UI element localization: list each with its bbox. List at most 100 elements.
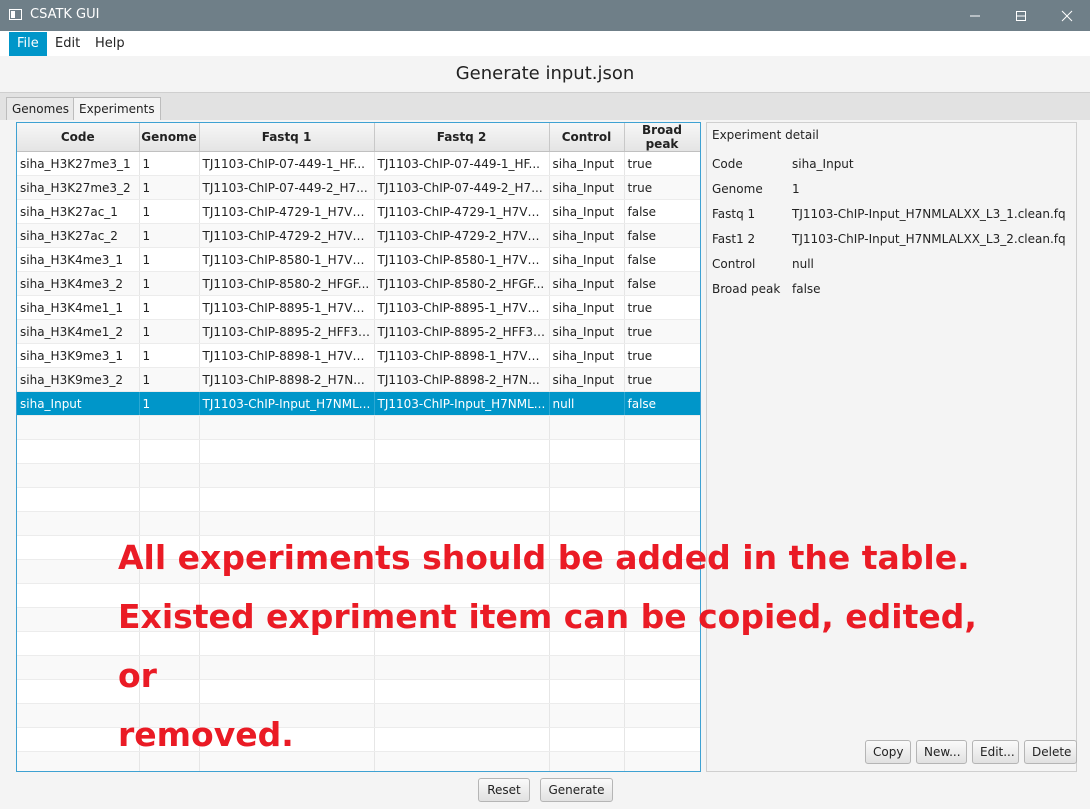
cell-broad-peak: false <box>624 247 700 272</box>
cell-fastq1: TJ1103-ChIP-8898-2_H7N... <box>199 367 375 392</box>
cell-code: siha_H3K27me3_2 <box>17 175 140 200</box>
menu-help[interactable]: Help <box>87 32 133 56</box>
cell-control: siha_Input <box>549 367 625 392</box>
menu-file[interactable]: File <box>9 32 47 56</box>
app-icon <box>9 9 22 20</box>
table-row[interactable] <box>17 415 700 440</box>
cell-genome: 1 <box>139 319 200 344</box>
cell-broad-peak: false <box>624 223 700 248</box>
cell-fastq1: TJ1103-ChIP-8580-1_H7VH... <box>199 247 375 272</box>
minimize-control[interactable] <box>952 0 998 31</box>
tab-experiments[interactable]: Experiments <box>73 97 161 122</box>
cell-fastq1: TJ1103-ChIP-4729-2_H7VH... <box>199 223 375 248</box>
detail-label: Broad peak <box>712 282 781 296</box>
cell-control: siha_Input <box>549 319 625 344</box>
cell-fastq2: TJ1103-ChIP-07-449-1_HF... <box>374 151 550 176</box>
detail-label: Code <box>712 157 743 171</box>
cell-control <box>549 463 625 488</box>
table-header: Code Genome Fastq 1 Fastq 2 Control Broa… <box>17 123 700 152</box>
cell-broad-peak <box>624 439 700 464</box>
maximize-icon <box>1016 10 1026 21</box>
cell-code <box>17 415 140 440</box>
cell-genome: 1 <box>139 199 200 224</box>
cell-fastq2: TJ1103-ChIP-4729-2_H7VH... <box>374 223 550 248</box>
menu-edit[interactable]: Edit <box>47 32 88 56</box>
cell-control: siha_Input <box>549 295 625 320</box>
cell-genome: 1 <box>139 247 200 272</box>
cell-broad-peak <box>624 463 700 488</box>
cell-genome: 1 <box>139 391 200 416</box>
table-row[interactable]: siha_H3K4me1_1 1 TJ1103-ChIP-8895-1_H7VH..… <box>17 295 700 320</box>
cell-control: siha_Input <box>549 199 625 224</box>
minimize-icon <box>970 15 980 16</box>
table-row[interactable] <box>17 463 700 488</box>
page-header: Generate input.json <box>0 56 1090 92</box>
cell-code <box>17 439 140 464</box>
table-row[interactable]: siha_H3K27ac_1 1 TJ1103-ChIP-4729-1_H7VH..… <box>17 199 700 224</box>
cell-fastq2: TJ1103-ChIP-8895-2_HFF3T... <box>374 319 550 344</box>
cell-broad-peak: false <box>624 199 700 224</box>
cell-code: siha_H3K4me1_2 <box>17 319 140 344</box>
annotation-line-1: All experiments should be added in the t… <box>118 538 970 577</box>
table-row[interactable]: siha_H3K9me3_1 1 TJ1103-ChIP-8898-1_H7VH..… <box>17 343 700 368</box>
cell-fastq2: TJ1103-ChIP-8895-1_H7VH... <box>374 295 550 320</box>
table-row[interactable]: siha_H3K27me3_1 1 TJ1103-ChIP-07-449-1_HF.… <box>17 151 700 176</box>
cell-control: siha_Input <box>549 223 625 248</box>
table-row[interactable]: siha_Input 1 TJ1103-ChIP-Input_H7NML... TJ1… <box>17 391 700 416</box>
cell-fastq1: TJ1103-ChIP-4729-1_H7VH... <box>199 199 375 224</box>
restore-button[interactable] <box>998 0 1044 31</box>
cell-code: siha_H3K9me3_1 <box>17 343 140 368</box>
title-bar: CSATK GUI <box>0 0 1090 31</box>
cell-control: siha_Input <box>549 271 625 296</box>
cell-fastq2: TJ1103-ChIP-8580-2_HFGF... <box>374 271 550 296</box>
detail-value: TJ1103-ChIP-Input_H7NMLALXX_L3_2.clean.f… <box>792 232 1066 246</box>
column-header-control[interactable]: Control <box>549 123 625 152</box>
column-header-code[interactable]: Code <box>17 123 140 152</box>
generate-button[interactable]: Generate <box>540 778 613 802</box>
table-row[interactable]: siha_H3K4me3_2 1 TJ1103-ChIP-8580-2_HFGF..… <box>17 271 700 296</box>
column-header-broad-peak[interactable]: Broad peak <box>624 123 700 152</box>
cell-fastq2: TJ1103-ChIP-8898-1_H7VH... <box>374 343 550 368</box>
detail-value: 1 <box>792 182 800 196</box>
tab-genomes[interactable]: Genomes <box>6 97 75 120</box>
table-row[interactable]: siha_H3K27ac_2 1 TJ1103-ChIP-4729-2_H7VH..… <box>17 223 700 248</box>
cell-control <box>549 487 625 512</box>
cell-fastq1 <box>199 415 375 440</box>
cell-fastq1: TJ1103-ChIP-07-449-1_HF... <box>199 151 375 176</box>
cell-genome: 1 <box>139 343 200 368</box>
cell-genome: 1 <box>139 151 200 176</box>
column-header-genome[interactable]: Genome <box>139 123 200 152</box>
cell-fastq2: TJ1103-ChIP-8580-1_H7VH... <box>374 247 550 272</box>
table-row[interactable]: siha_H3K4me1_2 1 TJ1103-ChIP-8895-2_HFF3T.… <box>17 319 700 344</box>
cell-broad-peak: true <box>624 295 700 320</box>
column-header-fastq2[interactable]: Fastq 2 <box>374 123 550 152</box>
window-title: CSATK GUI <box>30 7 100 22</box>
cell-code: siha_H3K4me3_2 <box>17 271 140 296</box>
cell-fastq1 <box>199 487 375 512</box>
cell-fastq1: TJ1103-ChIP-8895-1_H7VH... <box>199 295 375 320</box>
table-row[interactable]: siha_H3K9me3_2 1 TJ1103-ChIP-8898-2_H7N...… <box>17 367 700 392</box>
column-header-fastq1[interactable]: Fastq 1 <box>199 123 375 152</box>
cell-code: siha_H3K27me3_1 <box>17 151 140 176</box>
cell-fastq2 <box>374 439 550 464</box>
cell-genome: 1 <box>139 223 200 248</box>
table-row[interactable] <box>17 487 700 512</box>
cell-genome <box>139 463 200 488</box>
cell-fastq1: TJ1103-ChIP-07-449-2_H7... <box>199 175 375 200</box>
table-row[interactable]: siha_H3K27me3_2 1 TJ1103-ChIP-07-449-2_H7.… <box>17 175 700 200</box>
reset-button[interactable]: Reset <box>478 778 530 802</box>
close-button[interactable] <box>1044 0 1090 31</box>
cell-genome: 1 <box>139 367 200 392</box>
cell-fastq2 <box>374 487 550 512</box>
cell-control <box>549 415 625 440</box>
cell-code: siha_H3K27ac_2 <box>17 223 140 248</box>
table-row[interactable]: siha_H3K4me3_1 1 TJ1103-ChIP-8580-1_H7VH..… <box>17 247 700 272</box>
cell-broad-peak: true <box>624 367 700 392</box>
page-title: Generate input.json <box>455 63 635 84</box>
delete-button[interactable]: Delete <box>1024 740 1077 764</box>
cell-broad-peak: true <box>624 175 700 200</box>
table-row[interactable] <box>17 439 700 464</box>
close-icon <box>1061 10 1073 21</box>
cell-genome <box>139 487 200 512</box>
cell-control: siha_Input <box>549 343 625 368</box>
